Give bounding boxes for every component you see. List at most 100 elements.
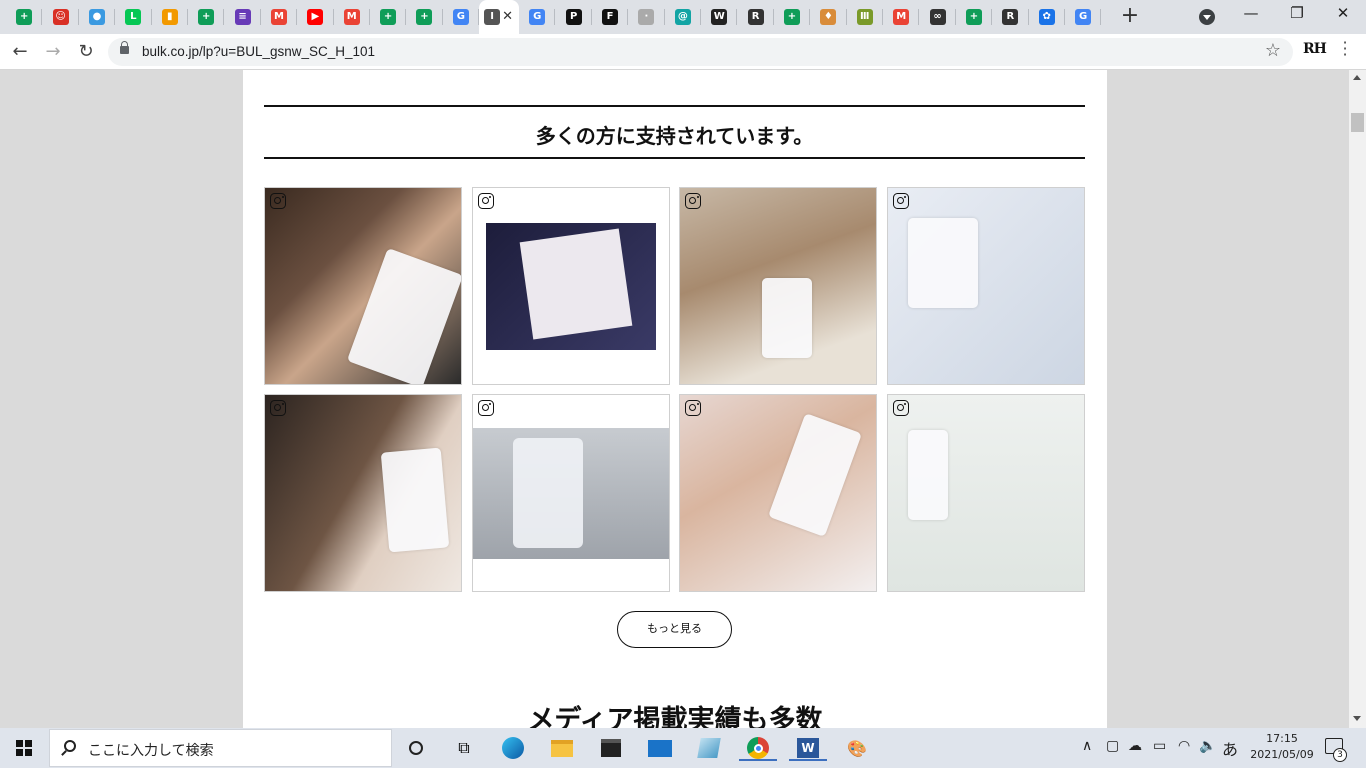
wifi-icon[interactable]: ◠ [1178,738,1190,754]
scroll-up-icon[interactable] [1353,75,1361,80]
product-boxes [519,228,632,340]
tray-expand-icon[interactable]: ∧ [1082,738,1092,754]
lock-icon[interactable] [120,41,129,54]
restore-icon[interactable]: ❐ [1274,4,1320,22]
instagram-icon [892,400,909,416]
browser-tab[interactable]: R [737,0,775,34]
browser-tab[interactable]: ✿ [1029,0,1066,34]
browser-tab[interactable]: + [188,0,225,34]
bottle [907,430,948,520]
browser-tab[interactable]: + [370,0,407,34]
browser-tab[interactable]: + [6,0,43,34]
close-window-icon[interactable]: ✕ [1320,4,1366,22]
active-app-indicator [739,759,777,761]
mail-icon[interactable] [647,735,673,761]
browser-menu-icon[interactable]: · · · [1340,35,1350,63]
bottle [762,278,813,358]
forward-icon[interactable]: → [41,40,65,64]
tab-close-icon[interactable]: ✕ [502,9,513,24]
extension-icon[interactable]: RH [1303,41,1327,57]
tab-search-icon[interactable] [1199,9,1215,25]
browser-tab[interactable]: I ✕ [479,0,520,34]
browser-tab[interactable]: ♦ [810,0,847,34]
taskbar-clock[interactable]: 17:15 2021/05/09 [1244,731,1320,763]
browser-tab[interactable]: + [956,0,993,34]
instagram-post[interactable] [264,394,462,592]
taskbar-search[interactable]: ここに入力して検索 [49,729,392,767]
chrome-icon[interactable] [739,735,777,761]
minimize-icon[interactable]: — [1228,4,1274,22]
settings-icon: ✿ [1038,9,1055,25]
instagram-post[interactable] [264,187,462,385]
browser-tab[interactable]: + [774,0,811,34]
store-icon[interactable] [598,735,624,761]
task-view-icon[interactable]: ⧉ [451,735,477,761]
analytics-icon: ▮ [161,9,178,25]
page-content: 多くの方に支持されています。 もっと見る メディア掲載実績も多数 [243,70,1107,728]
bottle [907,218,978,308]
new-tab-button[interactable]: + [1118,5,1142,29]
browser-tab[interactable]: F [592,0,629,34]
onedrive-icon[interactable]: ☁ [1128,738,1142,754]
line-icon: L [125,9,142,25]
instagram-post[interactable] [886,187,1085,385]
generic-icon: · [638,9,655,25]
browser-tab[interactable]: L [115,0,152,34]
sheets-icon: + [16,9,33,25]
sheets-icon: + [965,9,982,25]
cortana-icon[interactable] [403,735,429,761]
instagram-post[interactable] [471,187,670,385]
title-rule-top [264,105,1085,107]
browser-tab[interactable]: G [1065,0,1102,34]
browser-tab[interactable]: Ⅲ [847,0,884,34]
browser-tab[interactable]: M [334,0,371,34]
page-scrollbar[interactable] [1349,70,1366,728]
volume-icon[interactable]: 🔈 [1199,738,1216,754]
browser-tab[interactable]: P [555,0,593,34]
more-button[interactable]: もっと見る [617,611,732,648]
active-app-indicator [789,759,827,761]
browser-tab[interactable]: ☺ [42,0,80,34]
browser-tab[interactable]: ▮ [152,0,189,34]
instagram-icon [270,193,286,209]
mascot-icon: ● [88,9,105,25]
browser-tab[interactable]: + [406,0,444,34]
browser-tab[interactable]: ▶ [297,0,334,34]
url-text[interactable]: bulk.co.jp/lp?u=BUL_gsnw_SC_H_101 [142,44,375,59]
start-icon[interactable] [16,740,32,756]
browser-tab[interactable]: M [261,0,298,34]
scroll-thumb[interactable] [1351,113,1364,132]
battery-icon[interactable]: ▭ [1153,738,1166,754]
browser-tab[interactable]: M [883,0,920,34]
meet-now-icon[interactable]: ▢ [1106,738,1119,754]
word-icon[interactable]: W [789,735,827,761]
page-viewport: 多くの方に支持されています。 もっと見る メディア掲載実績も多数 [0,70,1349,728]
instagram-icon [685,193,702,209]
file-explorer-icon[interactable] [549,735,575,761]
edge-icon[interactable] [500,735,526,761]
instagram-post[interactable] [471,394,670,592]
paint-icon[interactable]: 🎨 [844,735,870,761]
taskbar-search-placeholder[interactable]: ここに入力して検索 [88,740,214,760]
reload-icon[interactable]: ↻ [74,40,98,64]
instagram-icon [892,193,909,209]
browser-tab[interactable]: R [992,0,1029,34]
bookmark-star-icon[interactable]: ☆ [1265,40,1281,61]
browser-tab[interactable]: W [701,0,738,34]
browser-tab[interactable]: ∞ [919,0,957,34]
browser-tab[interactable]: · [628,0,666,34]
browser-tab[interactable]: G [443,0,480,34]
browser-tab[interactable]: G [519,0,556,34]
instagram-post[interactable] [679,394,878,592]
address-bar[interactable]: bulk.co.jp/lp?u=BUL_gsnw_SC_H_101 ☆ [108,38,1293,66]
browser-tab[interactable]: ≡ [224,0,262,34]
instagram-post[interactable] [886,394,1085,592]
app-icon[interactable] [696,735,722,761]
back-icon[interactable]: ← [8,40,32,64]
browser-toolbar: ← → ↻ bulk.co.jp/lp?u=BUL_gsnw_SC_H_101 … [0,34,1366,70]
browser-tab[interactable]: @ [665,0,702,34]
instagram-post[interactable] [679,187,878,385]
ime-indicator[interactable]: あ [1222,736,1238,760]
browser-tab[interactable]: ● [79,0,116,34]
scroll-down-icon[interactable] [1353,716,1361,721]
